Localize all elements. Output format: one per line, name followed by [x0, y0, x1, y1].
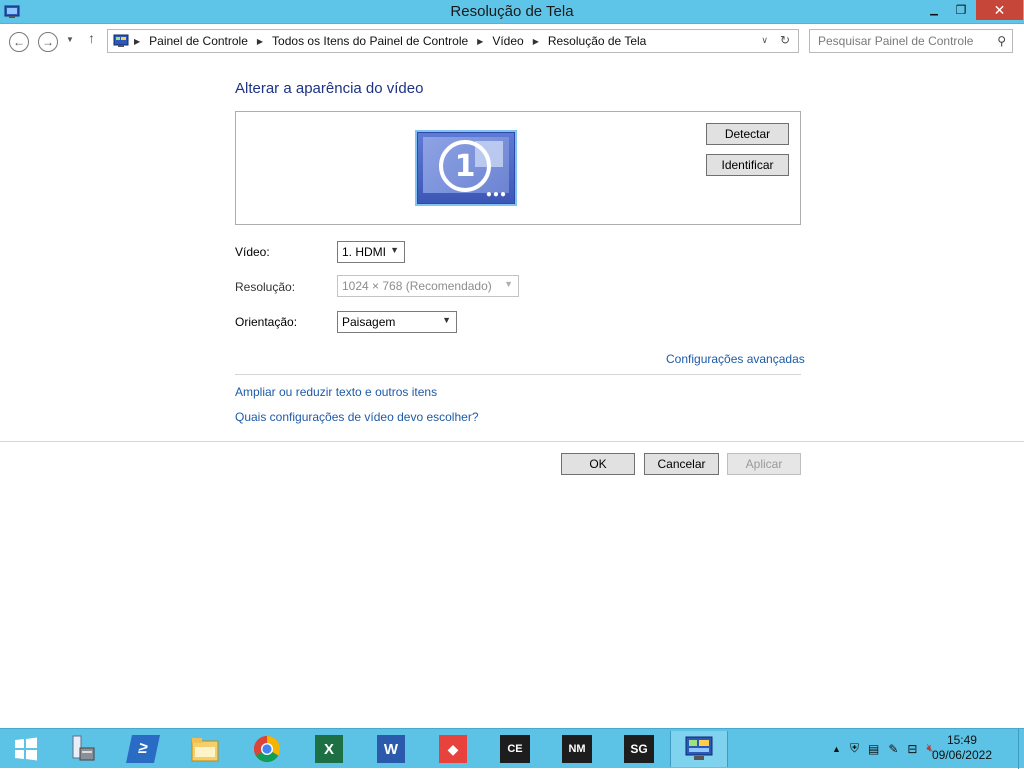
resolution-select: 1024 × 768 (Recomendado) ▼	[337, 275, 519, 297]
address-row: ← → ▼ ↑ ▶ Painel de Controle ▶ Todos os …	[0, 24, 1024, 60]
clock-date: 09/06/2022	[931, 748, 992, 762]
clock[interactable]: 15:49 09/06/2022	[932, 733, 992, 763]
restore-icon: ❐	[955, 3, 967, 17]
video-select[interactable]: 1. HDMI ▼	[337, 241, 405, 263]
footer-divider	[0, 441, 1024, 442]
word-icon: W	[377, 735, 405, 763]
monitor-number: 1	[439, 140, 491, 192]
search-input[interactable]	[818, 34, 988, 48]
divider	[235, 374, 801, 375]
refresh-icon[interactable]: ↻	[780, 33, 790, 47]
search-box[interactable]: ⚲	[809, 29, 1013, 53]
chevron-down-icon: ▼	[504, 279, 513, 289]
breadcrumb-separator-icon: ▶	[134, 36, 141, 46]
folder-icon	[191, 738, 219, 762]
advanced-settings-link[interactable]: Configurações avançadas	[666, 352, 805, 366]
control-panel-taskbar-icon	[685, 736, 713, 760]
orientation-select[interactable]: Paisagem ▼	[337, 311, 457, 333]
taskbar-ce-app[interactable]: CE	[486, 731, 544, 767]
security-tray-icon[interactable]: ⛨	[850, 741, 859, 756]
video-label: Vídeo:	[235, 245, 270, 259]
monitor-arrangement-panel: 1 ●●● Detectar Identificar	[235, 111, 801, 225]
breadcrumb-item[interactable]: Resolução de Tela	[548, 34, 647, 48]
system-tray: ▲ ⛨ ▤ ✎ ⊟ 🔇︎	[832, 741, 934, 756]
monitor-dots-icon: ●●●	[485, 189, 507, 200]
clock-time: 15:49	[946, 733, 977, 747]
pen-tray-icon[interactable]: ✎	[888, 742, 898, 756]
resolution-label: Resolução:	[235, 280, 296, 294]
ce-app-icon: CE	[500, 735, 530, 763]
orientation-label: Orientação:	[235, 315, 298, 329]
taskbar-powershell[interactable]: ≥	[114, 731, 172, 767]
network-tray-icon[interactable]: ⊟	[907, 742, 917, 756]
breadcrumb: ▶ Painel de Controle ▶ Todos os Itens do…	[134, 34, 646, 48]
taskbar-excel[interactable]: X	[300, 731, 358, 767]
taskbar-file-explorer[interactable]	[176, 731, 234, 767]
window-title: Resolução de Tela	[450, 3, 574, 20]
monitor-1-icon[interactable]: 1 ●●●	[415, 130, 517, 206]
minimize-icon: ▁	[930, 4, 938, 16]
sg-app-icon: SG	[624, 735, 654, 763]
start-button[interactable]	[0, 731, 52, 767]
ok-button[interactable]: OK	[561, 453, 635, 475]
breadcrumb-separator-icon: ▶	[256, 36, 264, 46]
apply-button: Aplicar	[727, 453, 801, 475]
display-help-link[interactable]: Quais configurações de vídeo devo escolh…	[235, 410, 479, 424]
forward-button[interactable]: →	[38, 32, 58, 52]
powershell-icon: ≥	[126, 735, 160, 763]
resolution-select-value: 1024 × 768 (Recomendado)	[342, 279, 492, 293]
title-bar: Resolução de Tela ▁ ❐ ✕	[0, 0, 1024, 24]
breadcrumb-item[interactable]: Painel de Controle	[149, 34, 248, 48]
chevron-down-icon: ▼	[390, 245, 399, 255]
orientation-select-value: Paisagem	[342, 315, 396, 329]
video-select-value: 1. HDMI	[342, 245, 387, 259]
back-button[interactable]: ←	[9, 32, 29, 52]
detect-button[interactable]: Detectar	[706, 123, 789, 145]
address-actions: ∨ ↻	[761, 33, 790, 47]
control-panel-icon	[113, 34, 129, 47]
recent-locations-button[interactable]: ▼	[66, 33, 74, 45]
arrow-right-icon: →	[42, 35, 54, 49]
anydesk-icon: ◆	[439, 735, 467, 763]
close-button[interactable]: ✕	[976, 0, 1023, 20]
breadcrumb-item[interactable]: Todos os Itens do Painel de Controle	[272, 34, 468, 48]
cancel-button[interactable]: Cancelar	[644, 453, 719, 475]
show-desktop-button[interactable]	[1018, 729, 1024, 769]
taskbar-control-panel[interactable]	[670, 731, 728, 767]
windows-logo-icon	[15, 737, 37, 761]
search-icon[interactable]: ⚲	[997, 34, 1006, 48]
arrow-left-icon: ←	[13, 35, 25, 49]
tray-overflow-icon[interactable]: ▲	[832, 744, 841, 754]
excel-icon: X	[315, 735, 343, 763]
arrow-up-icon: ↑	[88, 30, 95, 46]
chevron-down-icon: ▼	[66, 35, 74, 44]
address-history-dropdown-icon[interactable]: ∨	[761, 33, 768, 47]
breadcrumb-separator-icon: ▶	[532, 36, 539, 46]
page-title: Alterar a aparência do vídeo	[235, 80, 424, 97]
breadcrumb-separator-icon: ▶	[477, 36, 484, 46]
taskbar-anydesk[interactable]: ◆	[424, 731, 482, 767]
taskbar-server-manager[interactable]	[52, 731, 110, 767]
address-bar[interactable]: ▶ Painel de Controle ▶ Todos os Itens do…	[107, 29, 799, 53]
chrome-icon	[253, 735, 281, 763]
identify-button[interactable]: Identificar	[706, 154, 789, 176]
taskbar-nm-app[interactable]: NM	[548, 731, 606, 767]
breadcrumb-item[interactable]: Vídeo	[492, 34, 523, 48]
taskbar-sg-app[interactable]: SG	[610, 731, 668, 767]
close-icon: ✕	[993, 1, 1006, 18]
taskbar: ≥ X W ◆ CE NM SG ▲ ⛨ ▤ ✎ ⊟ 🔇︎ 15:49 09/0…	[0, 728, 1024, 769]
taskbar-chrome[interactable]	[238, 731, 296, 767]
nm-app-icon: NM	[562, 735, 592, 763]
up-button[interactable]: ↑	[88, 30, 95, 46]
server-manager-icon	[72, 735, 95, 761]
action-center-tray-icon[interactable]: ▤	[868, 742, 879, 756]
taskbar-word[interactable]: W	[362, 731, 420, 767]
text-size-link[interactable]: Ampliar ou reduzir texto e outros itens	[235, 385, 437, 399]
restore-button[interactable]: ❐	[948, 0, 974, 20]
minimize-button[interactable]: ▁	[921, 0, 947, 20]
chevron-down-icon: ▼	[442, 315, 451, 325]
